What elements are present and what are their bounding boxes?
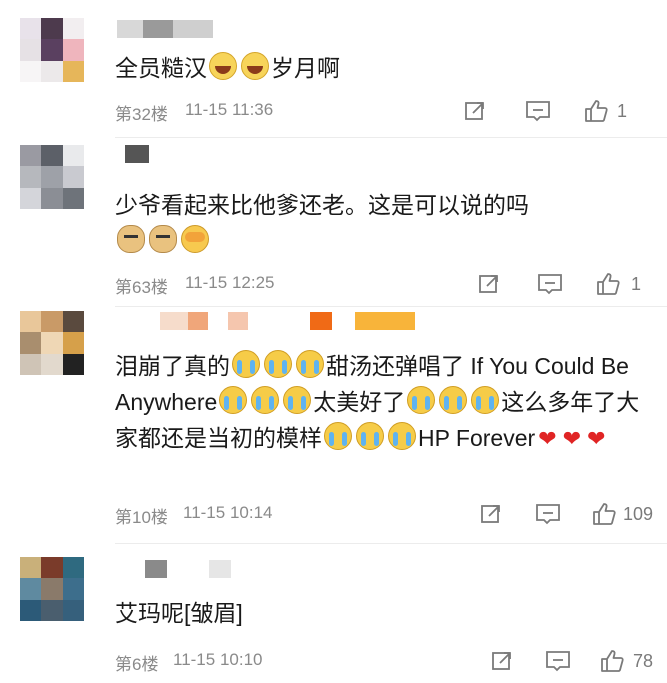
- crying-emoji-icon: [232, 350, 260, 378]
- username-redacted[interactable]: [117, 560, 237, 578]
- like-count: 1: [617, 100, 628, 121]
- facepalm-emoji-icon: [181, 225, 209, 253]
- comment-icon: [538, 274, 562, 295]
- share-icon: [465, 102, 484, 120]
- comment-button[interactable]: [535, 501, 561, 527]
- like-button[interactable]: 1: [583, 98, 627, 124]
- comment-button[interactable]: [525, 98, 551, 124]
- share-button[interactable]: [490, 648, 514, 674]
- username-redacted[interactable]: [117, 20, 227, 38]
- crying-emoji-icon: [356, 422, 384, 450]
- floor-label: 第6楼: [115, 655, 159, 674]
- share-icon: [492, 652, 511, 670]
- comment-text-part: HP Forever: [418, 425, 536, 451]
- floor-label: 第10楼: [115, 508, 168, 527]
- avatar[interactable]: [20, 18, 84, 82]
- username-redacted[interactable]: [160, 312, 420, 330]
- crying-emoji-icon: [407, 386, 436, 414]
- comment-icon: [526, 101, 550, 122]
- red-heart-icon: ❤: [562, 426, 582, 451]
- share-button[interactable]: [477, 271, 501, 297]
- floor-label: 第63楼: [115, 278, 168, 297]
- comment-meta: 第63楼 11-15 12:25 1: [115, 273, 660, 297]
- comment-meta: 第10楼 11-15 10:14 109: [115, 503, 660, 527]
- comment-button[interactable]: [545, 648, 571, 674]
- comment-text-part: 少爷看起来比他爹还老。这是可以说的吗: [115, 192, 529, 218]
- crying-emoji-icon: [388, 422, 416, 450]
- comment-text: 泪崩了真的 甜汤还弹唱了 If You Could Be Anywhere 太美好了…: [115, 348, 655, 457]
- comment-text-part: 太美好了: [313, 389, 406, 415]
- comment-text-part: 艾玛呢[皱眉]: [115, 600, 243, 626]
- comment-text: 艾玛呢[皱眉]: [115, 595, 655, 631]
- red-heart-icon: ❤: [538, 426, 557, 451]
- like-count: 78: [633, 650, 654, 671]
- crying-emoji-icon: [324, 422, 352, 450]
- comment-icon: [536, 504, 560, 525]
- share-icon: [481, 505, 500, 523]
- thumbs-up-icon: [593, 503, 616, 525]
- avatar[interactable]: [20, 311, 84, 375]
- timestamp: 11-15 10:14: [183, 503, 273, 522]
- laugh-cry-emoji-icon: [241, 52, 269, 80]
- like-count: 109: [623, 503, 654, 524]
- crying-emoji-icon: [439, 386, 468, 414]
- username-redacted[interactable]: [117, 145, 157, 163]
- avatar[interactable]: [20, 557, 84, 621]
- doge-emoji-icon: [117, 225, 145, 253]
- like-button[interactable]: 1: [595, 271, 641, 297]
- floor-label: 第32楼: [115, 105, 168, 124]
- comment-meta: 第6楼 11-15 10:10 78: [115, 650, 660, 674]
- share-button[interactable]: [463, 98, 487, 124]
- crying-emoji-icon: [471, 386, 500, 414]
- avatar[interactable]: [20, 145, 84, 209]
- comment-text-part: 泪崩了真的: [115, 353, 230, 379]
- thumbs-up-icon: [601, 650, 624, 672]
- comment-meta: 第32楼 11-15 11:36 1: [115, 100, 660, 124]
- doge-emoji-icon: [149, 225, 177, 253]
- comment-text: 少爷看起来比他爹还老。这是可以说的吗: [115, 187, 655, 259]
- laugh-cry-emoji-icon: [209, 52, 237, 80]
- divider: [115, 543, 667, 544]
- crying-emoji-icon: [219, 386, 248, 414]
- timestamp: 11-15 12:25: [185, 273, 275, 292]
- crying-emoji-icon: [251, 386, 280, 414]
- timestamp: 11-15 11:36: [185, 100, 274, 119]
- comment-button[interactable]: [537, 271, 563, 297]
- share-icon: [479, 275, 498, 293]
- crying-emoji-icon: [264, 350, 292, 378]
- divider: [115, 306, 667, 307]
- comment-text-part: 岁月啊: [271, 55, 340, 81]
- like-button[interactable]: 109: [591, 501, 653, 527]
- divider: [115, 137, 667, 138]
- timestamp: 11-15 10:10: [173, 650, 263, 669]
- red-heart-icon: ❤: [587, 426, 606, 451]
- share-button[interactable]: [479, 501, 503, 527]
- crying-emoji-icon: [283, 386, 312, 414]
- comment-text-part: 全员糙汉: [115, 55, 207, 81]
- like-count: 1: [631, 273, 642, 294]
- comment-icon: [546, 651, 570, 672]
- comment-text: 全员糙汉 岁月啊: [115, 50, 655, 86]
- like-button[interactable]: 78: [599, 648, 653, 674]
- crying-emoji-icon: [296, 350, 324, 378]
- thumbs-up-icon: [597, 273, 620, 295]
- thumbs-up-icon: [585, 100, 608, 122]
